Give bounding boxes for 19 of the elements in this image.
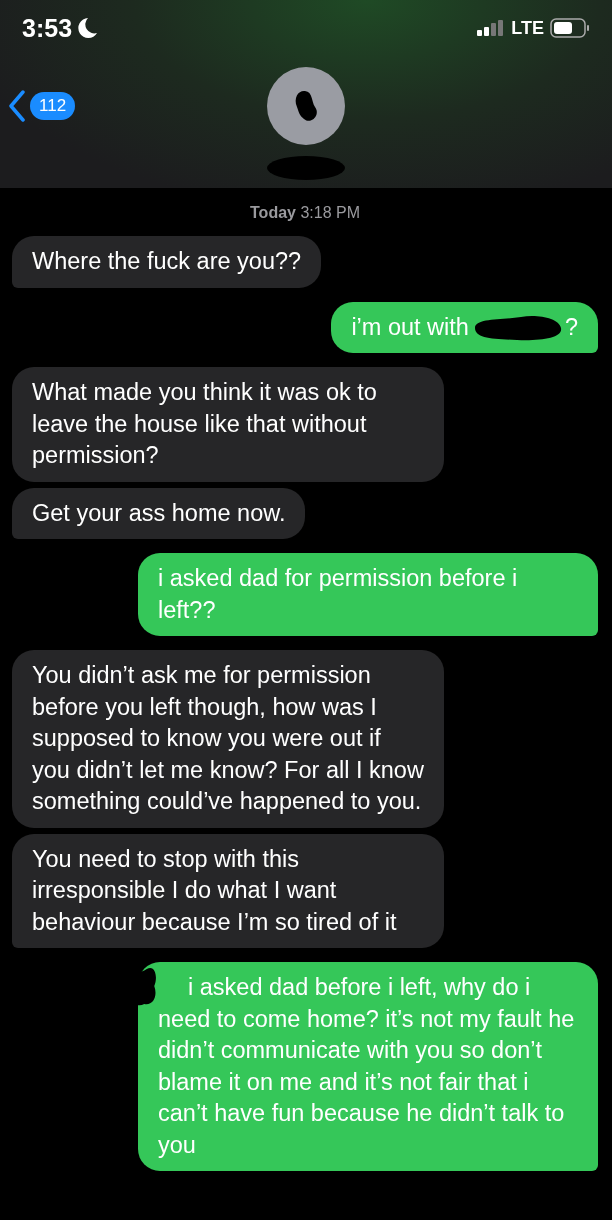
message-text: i asked dad for permission before i left?? [158,565,518,623]
message-text: You need to stop with this irresponsible I do what I want behaviour because I’m so tired of it [32,845,397,935]
network-label: LTE [511,17,544,39]
message-timestamp: Today 3:18 PM [249,204,361,222]
message-text: i’m out with [351,313,469,340]
signal-icon [477,20,506,36]
contact-avatar[interactable] [267,67,345,145]
chevron-left-icon [8,90,26,122]
status-time: 3:53 [22,13,73,43]
message-text: i asked dad before i left, why do i need to come home? it’s not my fault he didn’t communicate with you so don’t blame it on me and it’s not fair that i can’t have fun because he didn’t talk to you [158,973,576,1160]
moon-icon [78,17,99,39]
unread-count-badge: 112 [30,92,76,120]
message-text: ? [564,313,578,340]
message-text: Get your ass home now. [32,499,286,526]
battery-icon [550,18,590,38]
message-text: Where the fuck are you?? [32,248,302,274]
message-text: You didn’t ask me for permission before you left though, how was I supposed to know you were out if you didn’t let me know? For all I know something could’ve happened to you. [32,662,424,814]
back-button[interactable]: 112 [8,90,76,122]
message-text: What made you think it was ok to leave the house like that without permission? [32,379,377,468]
